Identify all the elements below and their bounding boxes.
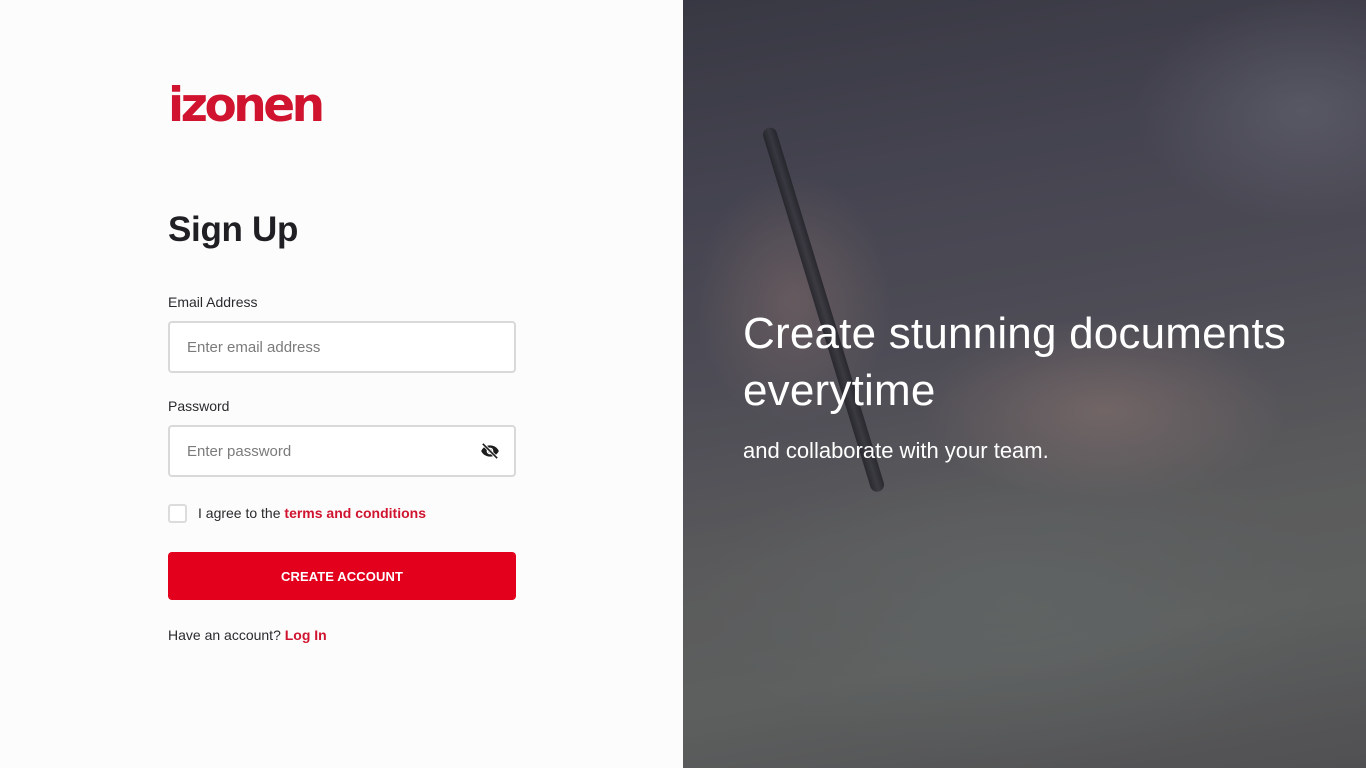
login-prompt: Have an account? Log In bbox=[168, 627, 327, 643]
email-label: Email Address bbox=[168, 294, 258, 310]
password-label: Password bbox=[168, 398, 230, 414]
password-field[interactable] bbox=[187, 427, 477, 475]
terms-checkbox[interactable] bbox=[168, 503, 187, 523]
terms-prefix: I agree to the bbox=[198, 505, 285, 521]
terms-text: I agree to the terms and conditions bbox=[198, 505, 426, 521]
login-prompt-text: Have an account? bbox=[168, 627, 285, 643]
eye-off-icon[interactable] bbox=[479, 441, 501, 461]
terms-row: I agree to the terms and conditions bbox=[168, 503, 426, 523]
email-field-container bbox=[168, 321, 516, 373]
hero-panel: Create stunning documents everytime and … bbox=[683, 0, 1366, 768]
login-link[interactable]: Log In bbox=[285, 627, 327, 643]
email-field[interactable] bbox=[187, 323, 477, 371]
terms-link[interactable]: terms and conditions bbox=[284, 505, 426, 521]
signup-panel: izonen Sign Up Email Address Password I … bbox=[0, 0, 683, 768]
password-field-container bbox=[168, 425, 516, 477]
hero-headline: Create stunning documents everytime bbox=[743, 309, 1287, 415]
page-title: Sign Up bbox=[168, 210, 299, 249]
hero-subtext: and collaborate with your team. bbox=[743, 438, 1049, 463]
brand-logo: izonen bbox=[168, 78, 325, 133]
create-account-button[interactable]: CREATE ACCOUNT bbox=[168, 552, 516, 600]
